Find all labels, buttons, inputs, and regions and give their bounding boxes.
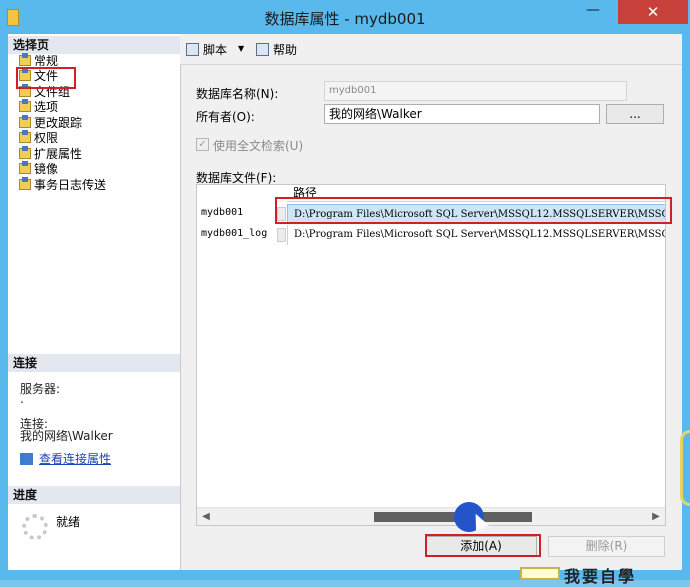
view-connection-properties-link[interactable]: 查看连接属性 <box>20 450 111 467</box>
watermark-text: 我要自學 <box>564 567 637 586</box>
page-icon <box>19 146 31 159</box>
fulltext-checkbox[interactable]: ✓ <box>196 138 209 151</box>
highlight-box-add-button <box>425 534 541 557</box>
page-item-label: 镜像 <box>34 162 59 176</box>
page-item-log-shipping[interactable]: 事务日志传送 <box>19 177 107 193</box>
progress-status: 就绪 <box>56 515 81 529</box>
server-label: 服务器: <box>20 382 61 396</box>
script-icon <box>186 43 199 56</box>
scroll-right-icon[interactable]: ▶ <box>649 510 663 524</box>
connection-properties-icon <box>20 453 33 465</box>
scrollbar-thumb[interactable] <box>374 512 532 522</box>
page-icon <box>19 177 31 190</box>
file-path-cell[interactable]: D:\Program Files\Microsoft SQL Server\MS… <box>287 225 665 245</box>
script-button[interactable]: 脚本 <box>186 41 227 58</box>
view-connection-properties-label: 查看连接属性 <box>39 452 112 466</box>
help-icon <box>256 43 269 56</box>
page-item-label: 选项 <box>34 100 59 114</box>
page-item-extended-properties[interactable]: 扩展属性 <box>19 146 83 162</box>
owner-field[interactable]: 我的网络\Walker <box>324 104 600 124</box>
connection-header: 连接 <box>8 354 180 372</box>
highlight-box-files-page <box>16 67 76 89</box>
file-logical-name: mydb001_log <box>201 228 268 239</box>
page-item-label: 权限 <box>34 131 59 145</box>
toolbar: 脚本 ▼ 帮助 <box>180 34 682 65</box>
title-bar[interactable]: 数据库属性 - mydb001 — ✕ <box>0 0 690 34</box>
page-item-options[interactable]: 选项 <box>19 99 59 115</box>
page-item-label: 扩展属性 <box>34 147 83 161</box>
scroll-left-icon[interactable]: ◀ <box>199 510 213 524</box>
page-item-change-tracking[interactable]: 更改跟踪 <box>19 115 83 131</box>
page-item-label: 更改跟踪 <box>34 116 83 130</box>
progress-spinner-icon <box>22 514 48 540</box>
left-panel: 选择页 常规 文件 文件组 选项 更改跟踪 权限 扩展属性 镜像 事务日志传送 … <box>8 34 181 570</box>
page-icon <box>19 130 31 143</box>
page-item-label: 常规 <box>34 54 59 68</box>
dialog-client-area: 选择页 常规 文件 文件组 选项 更改跟踪 权限 扩展属性 镜像 事务日志传送 … <box>8 34 682 570</box>
page-icon <box>19 115 31 128</box>
table-row[interactable]: mydb001_log D:\Program Files\Microsoft S… <box>197 225 665 245</box>
row-ellipsis-button[interactable] <box>277 228 286 242</box>
page-icon <box>19 161 31 174</box>
db-name-field: mydb001 <box>324 81 627 101</box>
browse-owner-button[interactable]: ... <box>606 104 664 124</box>
page-item-permissions[interactable]: 权限 <box>19 130 59 146</box>
script-label: 脚本 <box>203 43 228 57</box>
server-value: . <box>20 392 24 406</box>
help-button[interactable]: 帮助 <box>256 41 297 58</box>
highlight-box-data-file-row <box>275 197 672 224</box>
file-logical-name: mydb001 <box>201 207 244 218</box>
remove-button: 删除(R) <box>548 536 665 557</box>
script-dropdown-icon[interactable]: ▼ <box>238 44 244 53</box>
page-icon <box>19 99 31 112</box>
help-label: 帮助 <box>273 43 298 57</box>
page-icon <box>19 53 31 66</box>
minimize-button[interactable]: — <box>582 3 604 21</box>
background-decoration <box>680 430 690 506</box>
fulltext-label: 使用全文检索(U) <box>213 139 304 153</box>
select-page-header: 选择页 <box>8 36 180 54</box>
watermark-logo <box>520 567 560 580</box>
horizontal-scrollbar[interactable]: ◀ ▶ <box>197 507 665 525</box>
owner-label: 所有者(O): <box>196 110 255 124</box>
close-button[interactable]: ✕ <box>618 0 688 24</box>
page-item-mirroring[interactable]: 镜像 <box>19 161 59 177</box>
database-files-grid[interactable]: 路径 mydb001 D:\Program Files\Microsoft SQ… <box>196 184 666 526</box>
page-item-label: 事务日志传送 <box>34 178 107 192</box>
connection-value: 我的网络\Walker <box>20 429 113 443</box>
db-name-label: 数据库名称(N): <box>196 87 279 101</box>
progress-header: 进度 <box>8 486 180 504</box>
